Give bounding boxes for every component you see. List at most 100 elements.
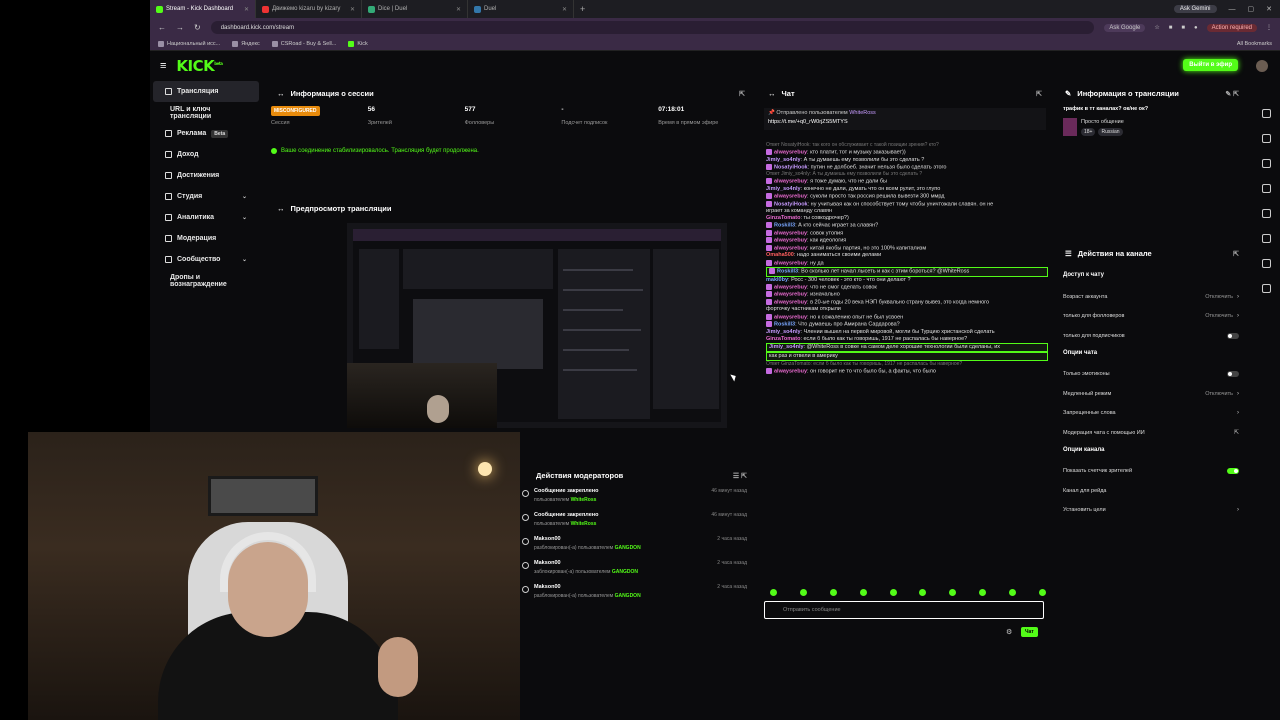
channel-option[interactable]: Запрещенные слова › (1063, 404, 1239, 424)
rail-icon[interactable] (1261, 284, 1271, 293)
ask-google-button[interactable]: Ask Google (1104, 23, 1146, 32)
chat-username[interactable]: GinzaTomato (766, 336, 800, 342)
popout-icon[interactable]: ⇱ (1233, 250, 1239, 258)
emote-icon[interactable] (889, 589, 897, 596)
chat-username[interactable]: alwaysrebuy (774, 179, 807, 185)
forward-icon[interactable]: → (176, 23, 184, 32)
chat-username[interactable]: Roskill3 (777, 269, 798, 275)
emote-icon[interactable] (859, 589, 867, 596)
sidebar-item[interactable]: Доход (153, 144, 259, 165)
close-icon[interactable]: ✕ (350, 6, 355, 13)
chat-username[interactable]: Roskill3 (774, 322, 795, 328)
avatar[interactable] (1256, 60, 1268, 72)
emote-icon[interactable] (979, 589, 987, 596)
channel-option[interactable]: только для фолловеров Отключить › (1063, 307, 1239, 327)
rail-icon[interactable] (1261, 234, 1271, 243)
popout-icon[interactable]: ⇱ (1036, 90, 1042, 98)
toggle-switch[interactable] (1227, 371, 1239, 378)
toggle-switch[interactable] (1227, 468, 1239, 475)
sidebar-item[interactable]: Сообщество ⌄ (153, 249, 259, 270)
chat-username[interactable]: alwaysrebuy (774, 245, 807, 251)
sidebar-item[interactable]: Реклама Beta (153, 123, 259, 144)
browser-tab[interactable]: Stream - Kick Dashboard ✕ (150, 0, 256, 18)
go-live-button[interactable]: Выйти в эфир (1183, 59, 1238, 71)
star-icon[interactable]: ☆ (1154, 24, 1159, 31)
close-icon[interactable]: ✕ (562, 6, 567, 13)
rail-icon[interactable] (1261, 209, 1271, 218)
filter-icon[interactable]: ☰ ⇱ (733, 472, 747, 480)
emote-icon[interactable] (1009, 589, 1016, 596)
close-window-icon[interactable]: ✕ (1266, 5, 1272, 13)
rail-icon[interactable] (1261, 109, 1271, 118)
sidebar-item[interactable]: Модерация (153, 228, 259, 249)
channel-option[interactable]: Установить цели › (1063, 501, 1239, 521)
url-input[interactable]: dashboard.kick.com/stream (210, 21, 1095, 34)
extension-icon[interactable]: ■ (1181, 25, 1185, 31)
emote-icon[interactable] (829, 589, 837, 596)
chat-username[interactable]: alwaysrebuy (774, 238, 807, 244)
popout-icon[interactable]: ⇱ (739, 90, 745, 98)
rail-icon[interactable] (1261, 184, 1271, 193)
chat-username[interactable]: Jimiy_so4nly (766, 157, 801, 163)
chat-username[interactable]: alwaysrebuy (774, 292, 807, 298)
profile-icon[interactable]: ● (1194, 25, 1198, 31)
gear-icon[interactable]: ⚙ (1006, 628, 1012, 636)
back-icon[interactable]: ← (158, 23, 166, 32)
chat-input[interactable]: Отправить сообщение (764, 601, 1044, 619)
chat-username[interactable]: Omaha500 (766, 252, 794, 258)
reload-icon[interactable]: ↻ (194, 23, 201, 32)
channel-option[interactable]: Канал для рейда (1063, 481, 1239, 501)
channel-option[interactable]: Медленный режим Отключить › (1063, 384, 1239, 404)
channel-option[interactable]: Только эмотиконы (1063, 365, 1239, 385)
rail-icon[interactable] (1261, 134, 1271, 143)
sidebar-item[interactable]: Трансляция (153, 81, 259, 102)
browser-tab[interactable]: Duel ✕ (468, 0, 574, 18)
bookmark[interactable]: Kick (348, 40, 368, 47)
browser-tab[interactable]: Движемо kizaru by kizary ✕ (256, 0, 362, 18)
chat-username[interactable]: NosatyiHook (774, 201, 808, 207)
emote-icon[interactable] (770, 589, 777, 596)
close-icon[interactable]: ✕ (456, 6, 461, 13)
mod-action-user[interactable]: WhiteRoss (571, 521, 597, 527)
chat-username[interactable]: alwaysrebuy (774, 314, 807, 320)
chat-username[interactable]: alwaysrebuy (774, 260, 807, 266)
maximize-icon[interactable]: ▢ (1248, 5, 1255, 13)
chat-username[interactable]: NosatyiHook (774, 164, 808, 170)
bookmark[interactable]: Яндекс (232, 40, 260, 47)
mod-action-user[interactable]: GANGDON (615, 545, 641, 551)
chat-username[interactable]: Jimiy_so4nly (769, 344, 804, 350)
emote-icon[interactable] (1038, 589, 1046, 596)
extension-icon[interactable]: ■ (1169, 25, 1173, 31)
close-icon[interactable]: ✕ (244, 6, 249, 13)
new-tab-button[interactable]: + (574, 4, 591, 14)
mod-action-user[interactable]: GANGDON (615, 593, 641, 599)
edit-icon[interactable]: ✎ ⇱ (1225, 90, 1239, 98)
menu-icon[interactable]: ⋮ (1266, 24, 1272, 31)
chat-username[interactable]: alwaysrebuy (774, 299, 807, 305)
pinned-message[interactable]: 📌 Отправлено пользователем WhiteRoss htt… (764, 108, 1046, 130)
chat-username[interactable]: alwaysrebuy (774, 369, 807, 375)
emote-icon[interactable] (919, 589, 927, 596)
emote-icon[interactable] (949, 589, 957, 596)
channel-option[interactable]: Модерация чата с помощью ИИ ⇱ (1063, 423, 1239, 443)
emote-icon[interactable] (799, 589, 807, 596)
chat-username[interactable]: alwaysrebuy (774, 193, 807, 199)
all-bookmarks-button[interactable]: All Bookmarks (1237, 41, 1272, 47)
toggle-switch[interactable] (1227, 332, 1239, 339)
stream-preview[interactable] (347, 223, 727, 428)
sidebar-item[interactable]: Достижения (153, 165, 259, 186)
minimize-icon[interactable]: — (1229, 6, 1236, 13)
chat-username[interactable]: Roskill3 (774, 223, 795, 229)
chat-username[interactable]: GinzaTomato (766, 215, 800, 221)
hamburger-icon[interactable]: ≡ (160, 60, 166, 72)
rail-icon[interactable] (1261, 159, 1271, 168)
chat-username[interactable]: alwaysrebuy (774, 284, 807, 290)
chat-username[interactable]: alwaysrebuy (774, 150, 807, 156)
bookmark[interactable]: CSRoad - Buy & Sell... (271, 40, 336, 47)
chat-username[interactable]: Jimiy_so4nly (766, 329, 801, 335)
sidebar-item[interactable]: Дропы и вознаграждение (153, 270, 259, 291)
bookmark[interactable]: Национальный исс... (158, 40, 220, 47)
chat-username[interactable]: makl0by (766, 277, 788, 283)
chat-send-button[interactable]: Чат (1021, 627, 1038, 637)
ask-gemini-button[interactable]: Ask Gemini (1173, 5, 1217, 13)
